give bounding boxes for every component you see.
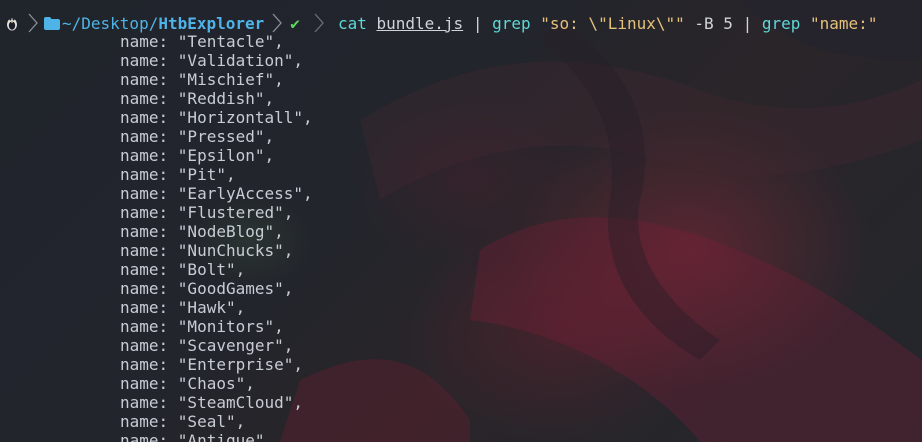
output-line: name: "NunChucks", xyxy=(120,241,313,260)
output-value: "Hawk", xyxy=(177,298,246,317)
output-value: "Bolt", xyxy=(177,260,246,279)
output-value: "Chaos", xyxy=(177,374,255,393)
grep-pattern: "so: \"Linux\"" xyxy=(540,13,685,33)
output-line: name: "EarlyAccess", xyxy=(120,184,313,203)
output-line: name: "Chaos", xyxy=(120,374,313,393)
grep-command: grep xyxy=(761,13,801,33)
path-current-dir: HtbExplorer xyxy=(158,13,265,33)
path-prefix: ~/Desktop/ xyxy=(62,13,159,33)
output-value: "Pit", xyxy=(177,165,236,184)
output-value: "GoodGames", xyxy=(177,279,294,298)
grep-flag: -B 5 xyxy=(684,13,733,33)
output-line: name: "Enterprise", xyxy=(120,355,313,374)
output-value: "Enterprise", xyxy=(177,355,304,374)
output-line: name: "Horizontall", xyxy=(120,108,313,127)
command-output: name: "Tentacle", name: "Validation", name… xyxy=(120,32,313,442)
output-line: name: "Monitors", xyxy=(120,317,313,336)
shell-prompt: ~/Desktop/HtbExplorer ✔ cat bundle.js | … xyxy=(0,12,877,34)
pipe-symbol: | xyxy=(463,13,493,33)
output-key: name: xyxy=(120,412,178,431)
output-value: "EarlyAccess", xyxy=(177,184,313,203)
folder-icon xyxy=(42,16,62,30)
output-key: name: xyxy=(120,184,178,203)
output-value: "Scavenger", xyxy=(177,336,294,355)
output-value: "Seal", xyxy=(177,412,246,431)
output-key: name: xyxy=(120,127,178,146)
output-line: name: "Pit", xyxy=(120,165,313,184)
output-value: "NodeBlog", xyxy=(177,222,284,241)
terminal-window[interactable]: ~/Desktop/HtbExplorer ✔ cat bundle.js | … xyxy=(0,0,922,442)
output-value: "SteamCloud", xyxy=(177,393,304,412)
output-value: "Mischief", xyxy=(177,70,284,89)
command-file-arg: bundle.js xyxy=(376,13,464,33)
output-key: name: xyxy=(120,298,178,317)
command-program: cat xyxy=(337,13,367,33)
chevron-right-icon xyxy=(268,13,286,33)
output-key: name: xyxy=(120,146,178,165)
output-key: name: xyxy=(120,108,178,127)
output-line: name: "Flustered", xyxy=(120,203,313,222)
chevron-right-icon xyxy=(310,13,328,33)
output-line: name: "Scavenger", xyxy=(120,336,313,355)
output-key: name: xyxy=(120,89,178,108)
output-value: "Antique", xyxy=(177,431,275,442)
output-value: "Validation", xyxy=(177,51,304,70)
output-value: "Epsilon", xyxy=(177,146,275,165)
output-value: "Horizontall", xyxy=(177,108,313,127)
output-key: name: xyxy=(120,165,178,184)
output-key: name: xyxy=(120,374,178,393)
output-key: name: xyxy=(120,241,178,260)
output-key: name: xyxy=(120,355,178,374)
output-key: name: xyxy=(120,51,178,70)
output-line: name: "Hawk", xyxy=(120,298,313,317)
pipe-symbol: | xyxy=(732,13,762,33)
output-key: name: xyxy=(120,393,178,412)
command-input[interactable]: cat bundle.js | grep "so: \"Linux\"" -B … xyxy=(338,14,878,33)
output-key: name: xyxy=(120,431,178,442)
output-line: name: "Antique", xyxy=(120,431,313,442)
grep-command: grep xyxy=(492,13,531,33)
output-value: "Pressed", xyxy=(177,127,275,146)
output-key: name: xyxy=(120,317,178,336)
output-line: name: "Reddish", xyxy=(120,89,313,108)
output-key: name: xyxy=(120,260,178,279)
output-value: "NunChucks", xyxy=(177,241,294,260)
output-line: name: "GoodGames", xyxy=(120,279,313,298)
output-line: name: "Pressed", xyxy=(120,127,313,146)
output-value: "Monitors", xyxy=(177,317,284,336)
output-line: name: "NodeBlog", xyxy=(120,222,313,241)
output-line: name: "Tentacle", xyxy=(120,32,313,51)
output-line: name: "Validation", xyxy=(120,51,313,70)
linux-penguin-icon xyxy=(0,15,24,31)
output-line: name: "Seal", xyxy=(120,412,313,431)
output-key: name: xyxy=(120,203,178,222)
output-line: name: "Bolt", xyxy=(120,260,313,279)
check-icon: ✔ xyxy=(290,13,300,33)
chevron-right-icon xyxy=(24,13,42,33)
output-key: name: xyxy=(120,279,178,298)
output-value: "Reddish", xyxy=(177,89,275,108)
output-key: name: xyxy=(120,32,178,51)
output-key: name: xyxy=(120,70,178,89)
output-key: name: xyxy=(120,222,178,241)
output-key: name: xyxy=(120,336,178,355)
output-line: name: "Mischief", xyxy=(120,70,313,89)
grep-pattern: "name:" xyxy=(810,13,878,33)
output-line: name: "SteamCloud", xyxy=(120,393,313,412)
output-line: name: "Epsilon", xyxy=(120,146,313,165)
output-value: "Flustered", xyxy=(177,203,294,222)
output-value: "Tentacle", xyxy=(177,32,284,51)
